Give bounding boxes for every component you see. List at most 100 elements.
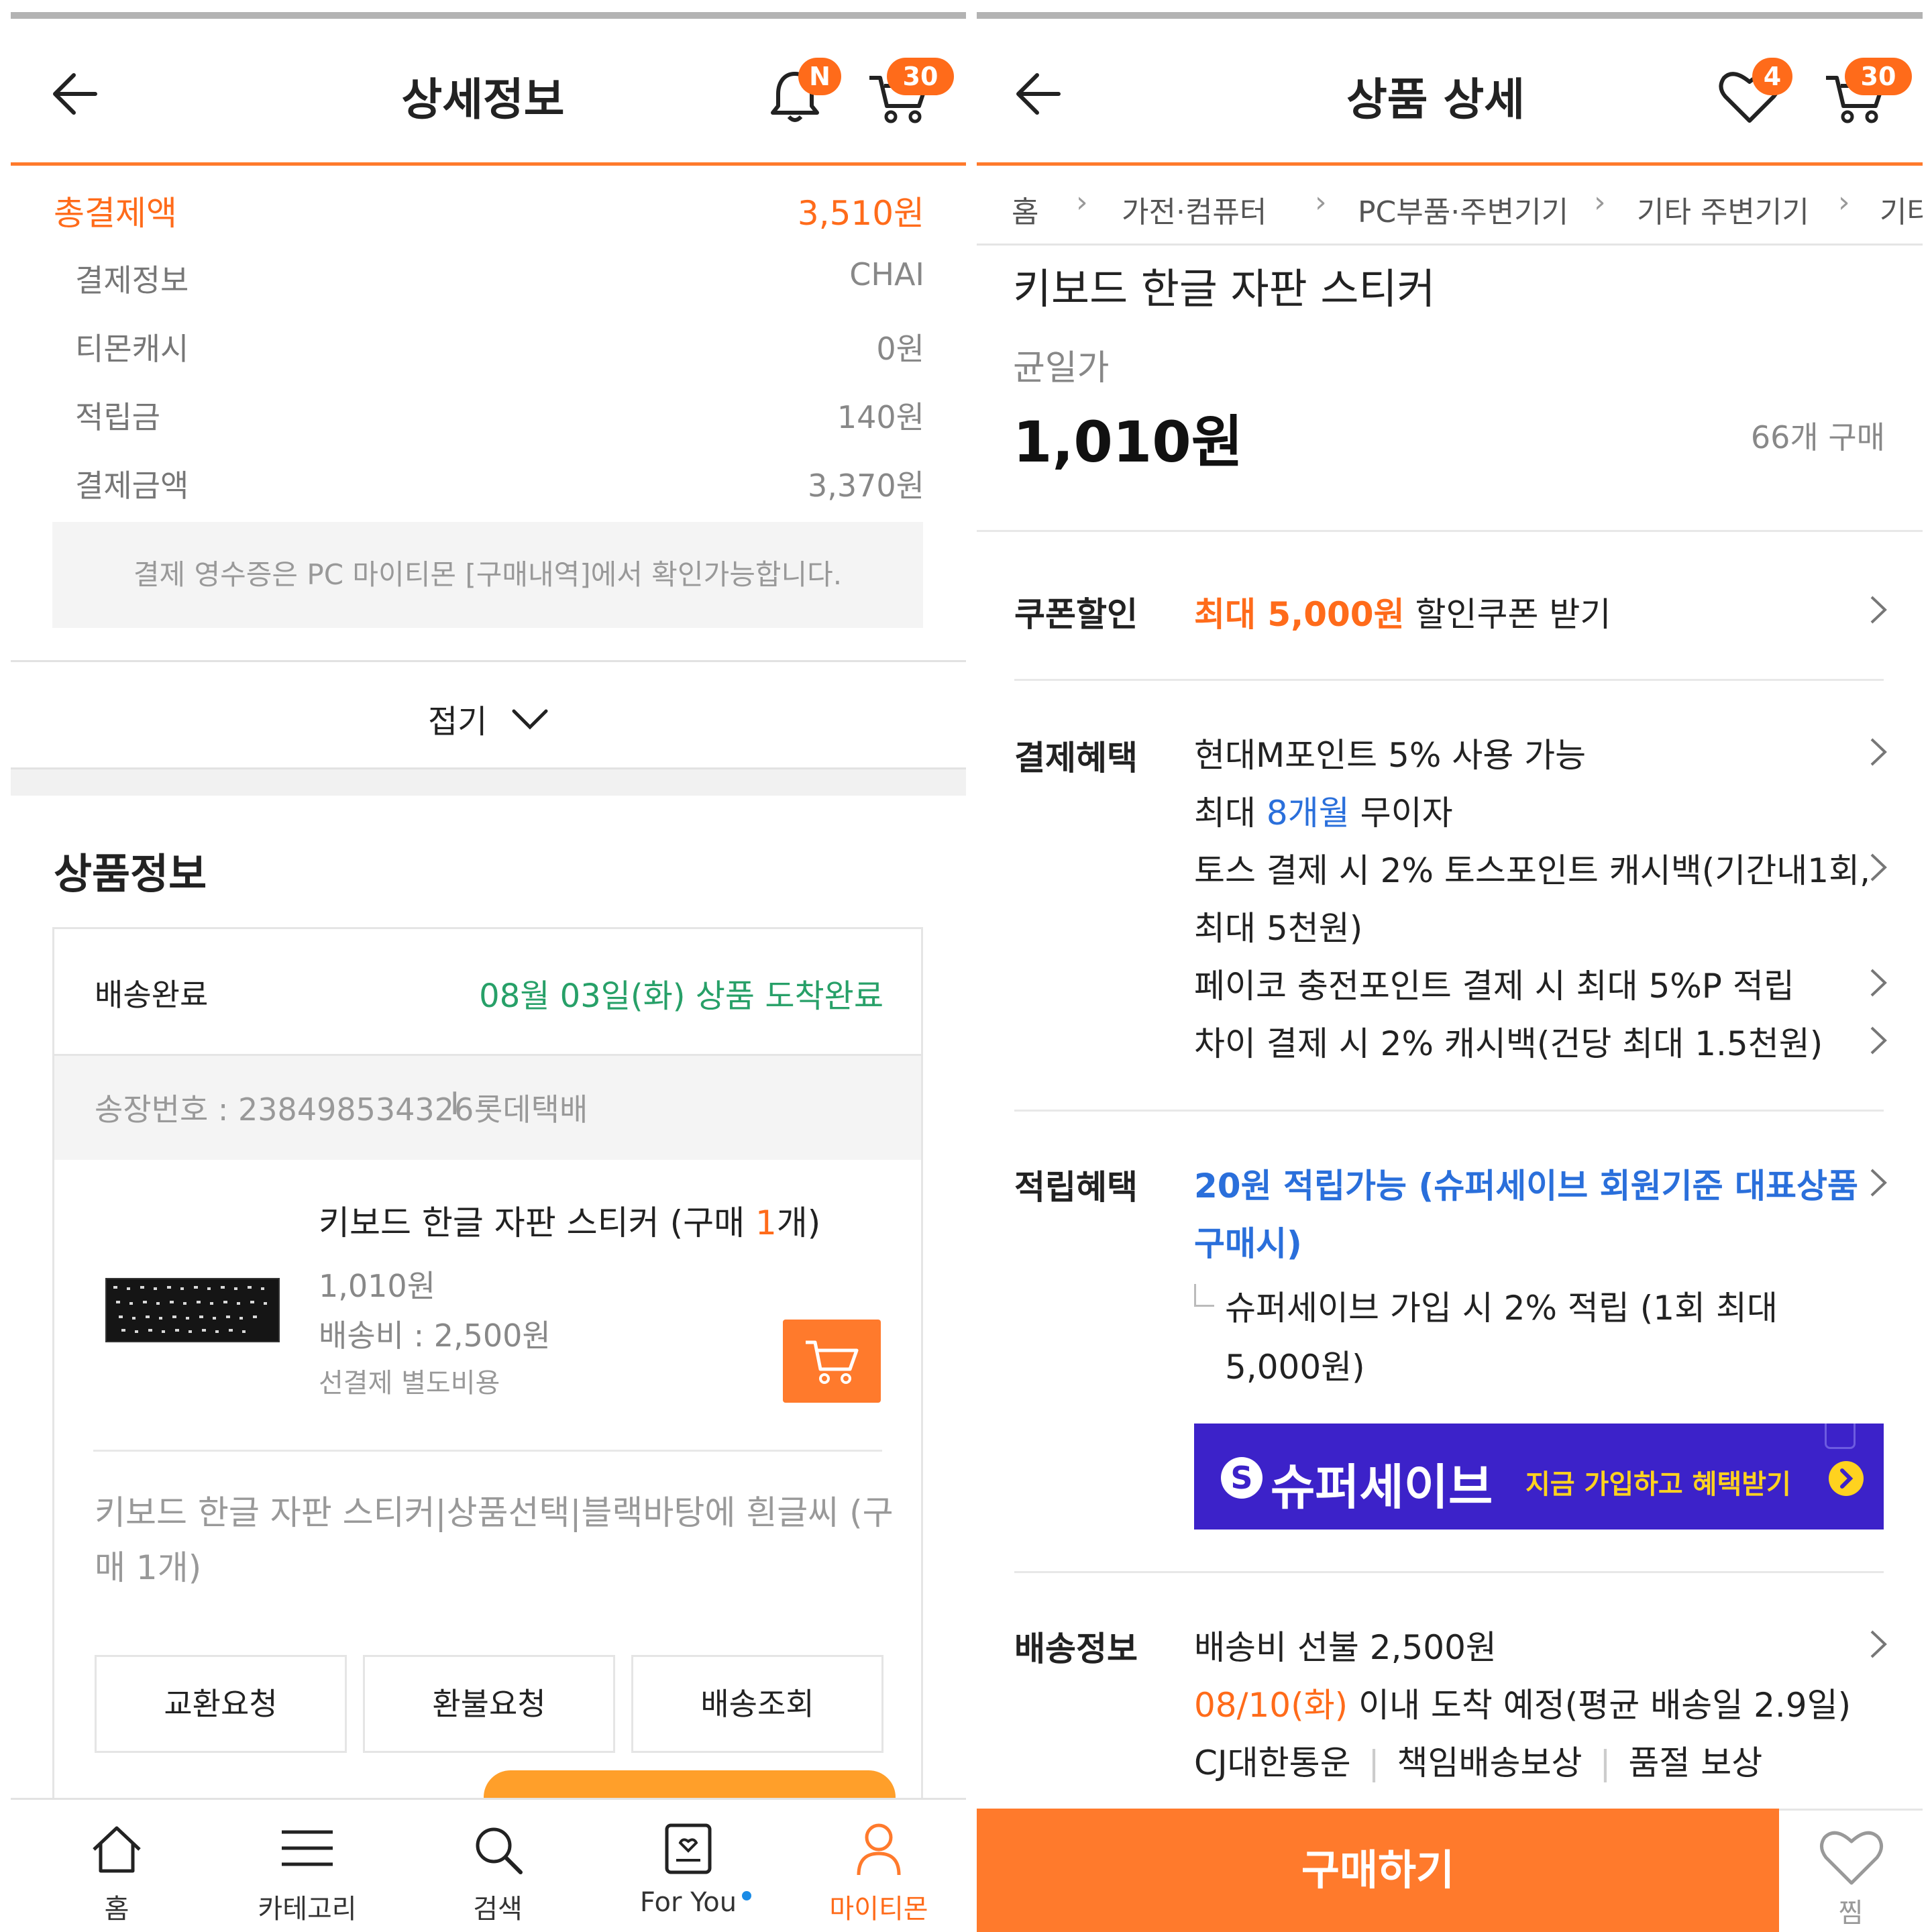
header-divider bbox=[977, 162, 1923, 166]
arrival-date: 08/10(화) bbox=[1194, 1686, 1348, 1725]
nav-for-you[interactable]: For You bbox=[621, 1800, 755, 1932]
cart-icon bbox=[806, 1340, 859, 1384]
order-detail-screen: 상세정보 N 30 총결제액 3,510원 결제정보 CHAI 티몬캐시 0원 … bbox=[0, 0, 966, 1932]
status-bar-line bbox=[11, 12, 966, 19]
fold-button[interactable]: 접기 bbox=[376, 688, 590, 749]
coupon-amount: 5,000원 bbox=[1267, 595, 1405, 634]
payment-row-value: 0원 bbox=[876, 331, 924, 367]
benefit-line[interactable]: 토스 결제 시 2% 토스포인트 캐시백(기간내1회, bbox=[1194, 844, 1870, 892]
courier-name: 롯데택배 bbox=[474, 1091, 588, 1128]
guarantee-item: 책임배송보상 bbox=[1397, 1743, 1582, 1782]
product-section-title: 상품정보 bbox=[54, 849, 207, 898]
guarantee-item: 품절 보상 bbox=[1628, 1743, 1763, 1782]
chevron-right-icon[interactable] bbox=[1865, 735, 1892, 769]
wish-button[interactable]: 찜 bbox=[1779, 1809, 1923, 1932]
divider bbox=[93, 1450, 882, 1452]
nav-home[interactable]: 홈 bbox=[50, 1800, 184, 1932]
page-title: 상세정보 bbox=[401, 74, 565, 125]
nav-label: 마이티몬 bbox=[829, 1894, 928, 1925]
bottom-nav: 홈 카테고리 검색 For You 마이티몬 bbox=[11, 1798, 966, 1932]
chevron-right-icon: › bbox=[1315, 185, 1327, 219]
payment-row-label: 결제금액 bbox=[75, 468, 189, 504]
product-detail-screen: 상품 상세 4 30 홈 › 가전·컴퓨터 › PC부품·주변기기 › 기타 주… bbox=[966, 0, 1932, 1932]
shipping-line: 08/10(화) 이내 도착 예정(평균 배송일 2.9일) bbox=[1194, 1678, 1851, 1727]
installment-suffix: 무이자 bbox=[1349, 794, 1453, 833]
breadcrumb-item[interactable]: 기타 주변기기 bbox=[1637, 188, 1809, 231]
chevron-right-icon: › bbox=[1594, 185, 1606, 219]
sub-item-connector-icon bbox=[1194, 1284, 1214, 1307]
payment-row-label: 티몬캐시 bbox=[75, 331, 189, 367]
payment-row-value: 140원 bbox=[837, 399, 924, 435]
product-thumbnail[interactable] bbox=[105, 1278, 280, 1342]
divider bbox=[11, 660, 966, 662]
shipping-line[interactable]: 배송비 선불 2,500원 bbox=[1194, 1621, 1497, 1669]
benefit-line: 최대 8개월 무이자 bbox=[1194, 786, 1453, 835]
tracking-number[interactable]: 송장번호 : 238498534326 bbox=[95, 1085, 474, 1130]
shipping-line: CJ대한통운 | 책임배송보상 | 품절 보상 bbox=[1194, 1736, 1762, 1784]
coupon-suffix: 할인쿠폰 받기 bbox=[1404, 595, 1611, 634]
chevron-right-icon[interactable] bbox=[1865, 1024, 1892, 1057]
option-text-line: 매 1개) bbox=[95, 1548, 202, 1587]
coupon-prefix: 최대 bbox=[1194, 595, 1268, 634]
back-arrow-icon[interactable] bbox=[1010, 67, 1064, 121]
header-divider bbox=[11, 162, 966, 166]
item-name-prefix: 키보드 한글 자판 스티커 (구매 bbox=[319, 1203, 755, 1242]
item-price: 1,010원 bbox=[319, 1268, 436, 1304]
chevron-down-icon bbox=[512, 709, 548, 730]
chevron-right-icon[interactable] bbox=[1865, 593, 1892, 627]
receipt-notice-box: 결제 영수증은 PC 마이티몬 [구매내역]에서 확인가능합니다. bbox=[52, 522, 923, 628]
payment-row-value: 3,370원 bbox=[807, 468, 924, 504]
coupon-link[interactable]: 최대 5,000원 할인쿠폰 받기 bbox=[1194, 588, 1611, 636]
delivery-status-label: 배송완료 bbox=[95, 977, 209, 1013]
divider bbox=[1014, 1571, 1884, 1573]
breadcrumb-item[interactable]: PC부품·주변기기 bbox=[1358, 188, 1568, 231]
breadcrumb-item[interactable]: 기타 bbox=[1880, 188, 1923, 231]
chevron-right-icon[interactable] bbox=[1865, 1166, 1892, 1199]
nav-label: 검색 bbox=[473, 1894, 523, 1925]
status-bar-line bbox=[977, 12, 1923, 19]
cart-badge: 30 bbox=[887, 58, 954, 95]
courier-name: CJ대한통운 bbox=[1194, 1743, 1351, 1782]
fold-label: 접기 bbox=[428, 703, 488, 741]
refund-request-button[interactable]: 환불요청 bbox=[363, 1655, 615, 1753]
nav-category[interactable]: 카테고리 bbox=[240, 1800, 374, 1932]
nav-my-tmon[interactable]: 마이티몬 bbox=[812, 1800, 946, 1932]
section-gap bbox=[11, 767, 966, 796]
benefit-line[interactable]: 페이코 충전포인트 결제 시 최대 5%P 적립 bbox=[1194, 959, 1794, 1008]
super-save-banner[interactable]: S 슈퍼세이브 지금 가입하고 혜택받기 bbox=[1194, 1424, 1884, 1529]
separator: | bbox=[1368, 1743, 1380, 1782]
heart-icon bbox=[1820, 1831, 1883, 1885]
coin-decoration-icon bbox=[1825, 1424, 1856, 1449]
option-text-line: 키보드 한글 자판 스티커|상품선택|블랙바탕에 흰글씨 (구 bbox=[95, 1493, 894, 1532]
shipping-label: 배송정보 bbox=[1014, 1629, 1138, 1668]
track-delivery-button[interactable]: 배송조회 bbox=[631, 1655, 883, 1753]
purchase-count: 66개 구매 bbox=[1750, 419, 1885, 455]
benefit-line[interactable]: 현대M포인트 5% 사용 가능 bbox=[1194, 729, 1586, 777]
back-arrow-icon[interactable] bbox=[47, 67, 101, 121]
price-label: 균일가 bbox=[1013, 348, 1110, 388]
payment-benefit-label: 결제혜택 bbox=[1014, 739, 1138, 777]
divider bbox=[1014, 679, 1884, 681]
cart-badge: 30 bbox=[1845, 58, 1912, 95]
page-title: 상품 상세 bbox=[1346, 74, 1525, 125]
coupon-label: 쿠폰할인 bbox=[1014, 595, 1138, 634]
chevron-right-icon[interactable] bbox=[1865, 851, 1892, 884]
total-payment-value: 3,510원 bbox=[797, 194, 924, 233]
nav-search[interactable]: 검색 bbox=[431, 1800, 565, 1932]
breadcrumb-item[interactable]: 홈 bbox=[1012, 188, 1038, 231]
exchange-request-button[interactable]: 교환요청 bbox=[95, 1655, 347, 1753]
foryou-icon bbox=[665, 1823, 712, 1874]
buy-button[interactable]: 구매하기 bbox=[977, 1809, 1779, 1932]
receipt-notice-text: 결제 영수증은 PC 마이티몬 [구매내역]에서 확인가능합니다. bbox=[133, 558, 843, 591]
banner-brand: 슈퍼세이브 bbox=[1271, 1459, 1493, 1515]
chevron-right-icon[interactable] bbox=[1865, 966, 1892, 1000]
buy-button-label: 구매하기 bbox=[1301, 1845, 1455, 1894]
benefit-line[interactable]: 차이 결제 시 2% 캐시백(건당 최대 1.5천원) bbox=[1194, 1017, 1823, 1065]
item-name[interactable]: 키보드 한글 자판 스티커 (구매 1개) bbox=[319, 1196, 820, 1244]
chevron-right-icon[interactable] bbox=[1865, 1627, 1892, 1661]
points-line[interactable]: 20원 적립가능 (슈퍼세이브 회원기준 대표상품 bbox=[1194, 1159, 1858, 1208]
payment-row-value: CHAI bbox=[849, 256, 924, 292]
breadcrumb-item[interactable]: 가전·컴퓨터 bbox=[1122, 188, 1267, 231]
add-to-cart-button[interactable] bbox=[783, 1320, 881, 1403]
item-quantity: 1 bbox=[755, 1203, 777, 1242]
